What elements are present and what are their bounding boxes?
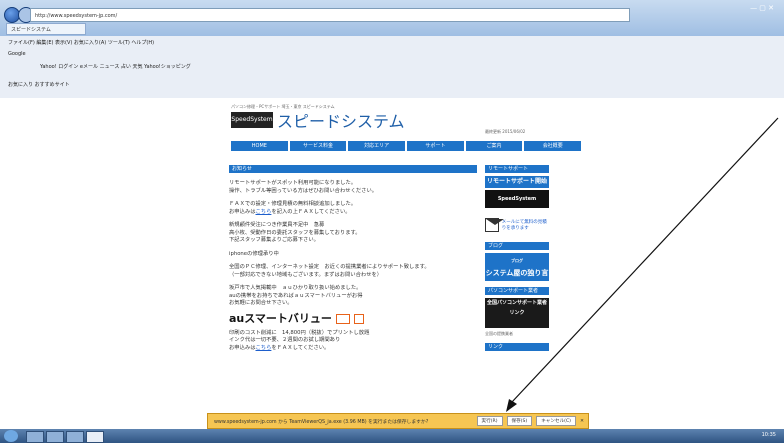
clock: 10:35 (761, 432, 776, 438)
taskbar-folder-icon[interactable] (46, 431, 64, 443)
news-heading: お知らせ (229, 165, 477, 173)
website: パソコン修理・PCサポート 埼玉・東京 スピードシステム SpeedSystem… (223, 98, 591, 416)
news-fax: ＦＡＸでの設定・修理見積の無料相談追加しました。 お申込みはこちらを記入の上ＦＡ… (229, 201, 357, 215)
news-remote: リモートサポートがスポット利用可能になりました。 操作、トラブル等困っている方はぜ… (229, 180, 378, 194)
device-icon (335, 313, 350, 324)
news-au: 坂戸市で人気掲載中 ａｕひかり取り扱い始めました。 auの携帯をお持ちであればａｕ… (229, 285, 363, 306)
nav-home[interactable]: HOME (231, 141, 288, 151)
browser-titlebar: http://www.speedsystem-jp.com/ — ▢ ✕ スピー… (0, 0, 784, 36)
sidebar: リモートサポート リモートサポート開始 SpeedSystem メールにて無料の… (485, 165, 549, 354)
window-controls[interactable]: — ▢ ✕ (750, 4, 774, 12)
partners-note: 全国の提携業者 (485, 331, 513, 336)
news-iphone: iphoneの修理承り中 (229, 250, 279, 257)
partners-banner[interactable]: 全国パソコンサポート業者リンク (485, 298, 549, 328)
nav-area[interactable]: 対応エリア (348, 141, 406, 151)
menu-bar[interactable]: ファイル(F) 編集(E) 表示(V) お気に入り(A) ツール(T) ヘルプ(… (8, 39, 154, 46)
logo-box: SpeedSystem (231, 112, 273, 128)
remote-logo-banner[interactable]: SpeedSystem (485, 190, 549, 208)
taskbar: 10:35 (0, 429, 784, 443)
nav-company[interactable]: 会社概要 (524, 141, 582, 151)
close-icon[interactable]: ✕ (580, 419, 584, 424)
browser-toolbars: ファイル(F) 編集(E) 表示(V) お気に入り(A) ツール(T) ヘルプ(… (0, 36, 784, 99)
google-toolbar[interactable]: Google (8, 51, 26, 57)
fax-link[interactable]: こちら (256, 209, 272, 215)
logo-text: スピードシステム (277, 112, 405, 131)
device-icon-2 (353, 313, 364, 324)
envelope-icon (485, 218, 504, 232)
updated-date: 最終更新 2015/06/02 (485, 129, 526, 134)
news-nationwide: 全国のＰＣ修理、インターネット設定 お近くの提携業者によりサポート致します。 （一… (229, 264, 430, 278)
favorites-bar[interactable]: お気に入り おすすめサイト (8, 81, 70, 88)
download-message: www.speedsystem-jp.com から TeamViewerQS_j… (214, 419, 429, 425)
news-print: 印刷のコスト削減に 14,800円（税抜）でプリントし放題 インク代は一切不要、２… (229, 329, 370, 351)
page-content: パソコン修理・PCサポート 埼玉・東京 スピードシステム SpeedSystem… (0, 98, 784, 416)
site-nav: HOME サービス料金 対応エリア サポート ご案内 会社概要 (231, 141, 582, 151)
download-notification-bar: www.speedsystem-jp.com から TeamViewerQS_j… (207, 413, 589, 429)
tab-current[interactable]: スピードシステム (6, 23, 86, 35)
site-logo[interactable]: SpeedSystem スピードシステム (231, 111, 405, 131)
sidebar-heading-remote: リモートサポート (485, 165, 549, 173)
address-bar[interactable]: http://www.speedsystem-jp.com/ (30, 8, 630, 22)
main-column: お知らせ リモートサポートがスポット利用可能になりました。 操作、トラブル等困って… (229, 165, 477, 358)
taskbar-word-icon[interactable] (86, 431, 104, 443)
news-recruit: 新規顧件受注につき作業員不足中 急募 高小枚、受動作日の委託スタッフを募集しており… (229, 222, 361, 243)
blog-banner[interactable]: ブログ システム屋の独り言 (485, 253, 549, 281)
taskbar-ie-icon[interactable] (26, 431, 44, 443)
nav-support[interactable]: サポート (407, 141, 464, 151)
remote-start-banner[interactable]: リモートサポート開始 (485, 176, 549, 188)
cancel-button[interactable]: キャンセル(C) (536, 416, 576, 426)
sidebar-heading-blog: ブログ (485, 242, 549, 250)
save-button[interactable]: 保存(S) (506, 416, 533, 426)
mail-banner[interactable]: メールにて無料の見積りを承ります (485, 214, 549, 236)
yahoo-toolbar[interactable]: Yahoo! ログイン eメール ニュース 占い 天気 Yahoo!ショッピング (40, 63, 191, 70)
nav-pricing[interactable]: サービス料金 (289, 141, 347, 151)
nav-info[interactable]: ご案内 (465, 141, 523, 151)
print-link[interactable]: こちら (256, 345, 272, 351)
run-button[interactable]: 実行(R) (476, 416, 503, 426)
au-smartvalue-title: auスマートバリュー (229, 313, 477, 324)
sidebar-heading-links: リンク (485, 343, 549, 351)
sidebar-heading-partners: パソコンサポート業者 (485, 287, 549, 295)
taskbar-media-icon[interactable] (66, 431, 84, 443)
start-button[interactable] (4, 430, 18, 442)
